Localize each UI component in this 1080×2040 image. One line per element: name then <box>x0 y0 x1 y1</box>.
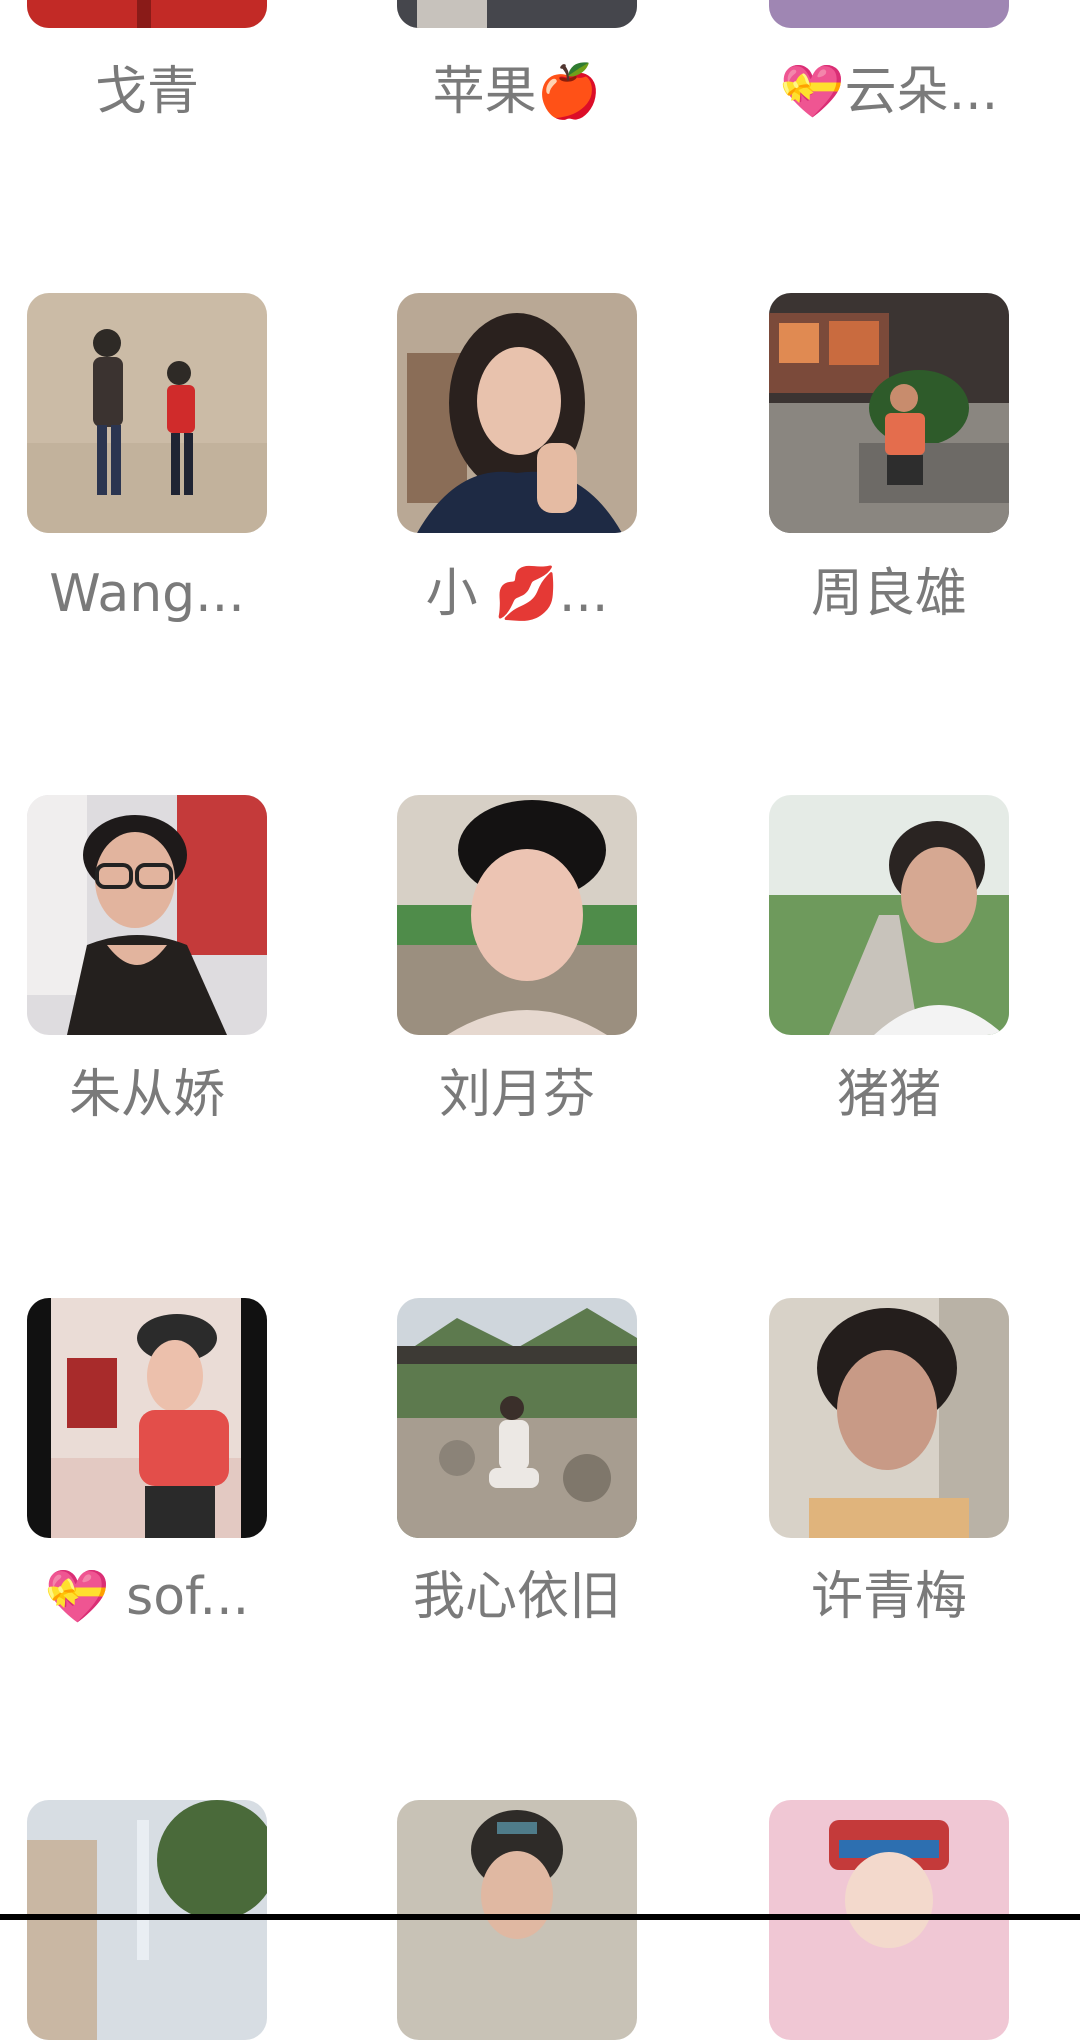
contact-avatar[interactable] <box>397 795 637 1035</box>
avatar-photo <box>27 1298 267 1538</box>
avatar-photo <box>397 293 637 533</box>
contact-name[interactable]: 苹果🍎 <box>367 60 667 124</box>
avatar-photo <box>769 795 1009 1035</box>
contact-avatar[interactable] <box>397 0 637 28</box>
avatar-photo <box>397 795 637 1035</box>
contact-avatar[interactable] <box>27 1298 267 1538</box>
contact-name[interactable]: 💝 sof... <box>0 1565 297 1629</box>
contact-name[interactable]: 许青梅 <box>739 1565 1039 1629</box>
avatar-photo <box>27 0 267 28</box>
avatar-photo <box>397 0 637 28</box>
avatar-photo <box>27 293 267 533</box>
contact-avatar[interactable] <box>27 293 267 533</box>
contact-avatar[interactable] <box>769 0 1009 28</box>
contact-name[interactable]: 朱从娇 <box>0 1063 297 1127</box>
contact-name[interactable]: 小 💋... <box>367 562 667 626</box>
avatar-photo <box>769 0 1009 28</box>
contact-grid: 戈青 苹果🍎 💝云朵... Wang... 小 💋... 周良雄 朱从娇 刘月芬… <box>0 0 1080 2040</box>
contact-name[interactable]: 💝云朵... <box>739 60 1039 124</box>
contact-name[interactable]: 戈青 <box>0 60 297 124</box>
contact-avatar[interactable] <box>769 1800 1009 2040</box>
contact-avatar[interactable] <box>27 0 267 28</box>
contact-avatar[interactable] <box>769 293 1009 533</box>
avatar-photo <box>769 293 1009 533</box>
avatar-photo <box>769 1800 1009 2040</box>
avatar-photo <box>27 1800 267 2040</box>
contact-avatar[interactable] <box>27 1800 267 2040</box>
avatar-photo <box>769 1298 1009 1538</box>
contact-avatar[interactable] <box>397 293 637 533</box>
avatar-photo <box>397 1800 637 2040</box>
contact-name[interactable]: 猪猪 <box>739 1063 1039 1127</box>
contact-avatar[interactable] <box>769 1298 1009 1538</box>
contact-avatar[interactable] <box>769 795 1009 1035</box>
contact-name[interactable]: 我心依旧 <box>367 1565 667 1629</box>
contact-avatar[interactable] <box>397 1298 637 1538</box>
avatar-photo <box>27 795 267 1035</box>
bottom-edge <box>0 1914 1080 1920</box>
contact-name[interactable]: 周良雄 <box>739 562 1039 626</box>
avatar-photo <box>397 1298 637 1538</box>
contact-name[interactable]: 刘月芬 <box>367 1063 667 1127</box>
contact-avatar[interactable] <box>397 1800 637 2040</box>
contact-avatar[interactable] <box>27 795 267 1035</box>
contact-name[interactable]: Wang... <box>0 562 297 626</box>
